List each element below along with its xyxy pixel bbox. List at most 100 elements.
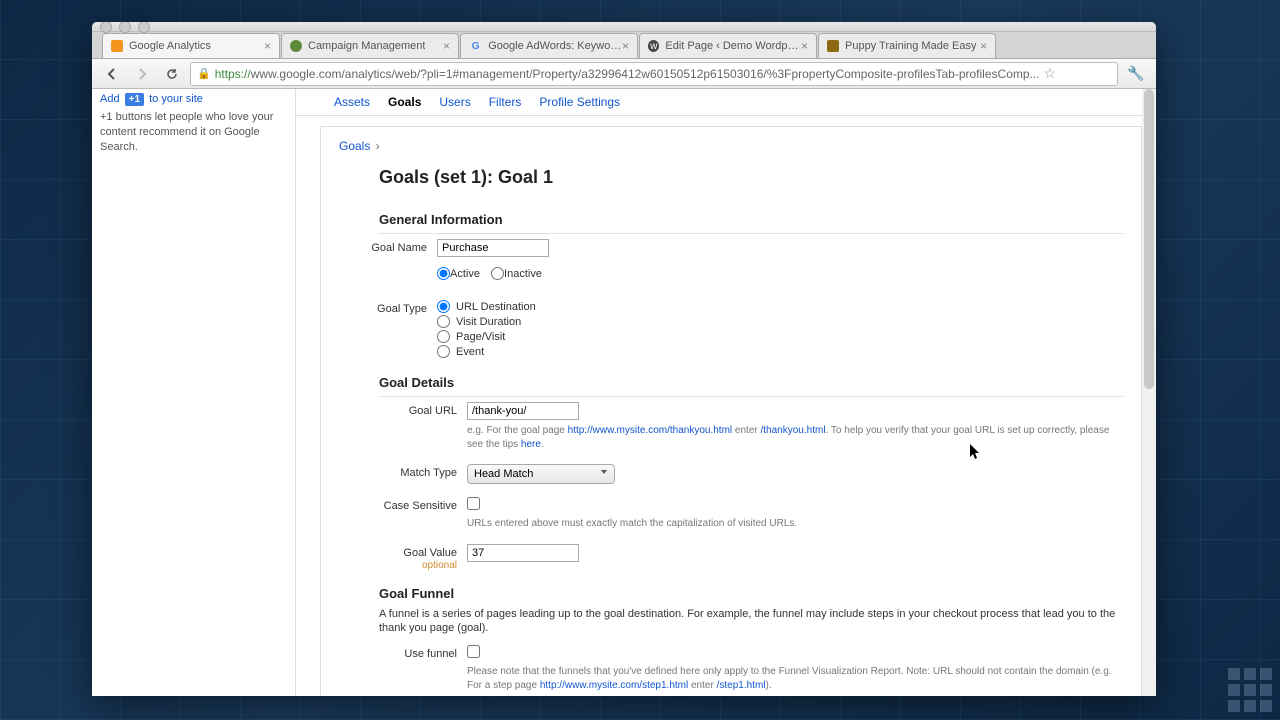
tab-goals[interactable]: Goals (388, 95, 421, 109)
pt-favicon-icon (827, 40, 839, 52)
url-protocol: https:// (215, 67, 251, 81)
status-inactive-label: Inactive (504, 268, 542, 280)
funnel-note: Please note that the funnels that you've… (467, 665, 1123, 692)
sidebar: Add +1 to your site +1 buttons let peopl… (92, 89, 295, 696)
settings-wrench-icon[interactable]: 🔧 (1124, 62, 1148, 86)
tab-puppy-training[interactable]: Puppy Training Made Easy × (818, 33, 996, 58)
tab-label: Puppy Training Made Easy (845, 40, 976, 52)
tab-assets[interactable]: Assets (334, 95, 370, 109)
tab-strip: Google Analytics × Campaign Management ×… (92, 32, 1156, 59)
mouse-cursor-icon (970, 444, 982, 462)
tab-filters[interactable]: Filters (489, 95, 522, 109)
reload-button[interactable] (160, 62, 184, 86)
content-area: Add +1 to your site +1 buttons let peopl… (92, 89, 1156, 696)
goal-type-event-radio[interactable] (437, 345, 450, 358)
nav-bar: 🔒 https:// www.google.com/analytics/web/… (92, 59, 1156, 89)
breadcrumb-goals-link[interactable]: Goals (339, 139, 370, 153)
goal-type-page-radio[interactable] (437, 330, 450, 343)
plusone-promo: Add +1 to your site +1 buttons let peopl… (100, 93, 287, 155)
goal-type-visit-label: Visit Duration (456, 316, 521, 328)
match-type-select[interactable]: Head Match (467, 464, 615, 484)
close-icon[interactable]: × (622, 39, 629, 53)
forward-button[interactable] (130, 62, 154, 86)
plusone-description: +1 buttons let people who love your cont… (100, 110, 287, 155)
breadcrumb: Goals › (321, 127, 1141, 161)
label-goal-name: Goal Name (339, 239, 437, 257)
row-case-sensitive: Case Sensitive URLs entered above must e… (321, 489, 1141, 536)
tab-adwords[interactable]: G Google AdWords: Keyword T × (460, 33, 638, 58)
goal-type-visit-radio[interactable] (437, 315, 450, 328)
section-general-information: General Information (379, 212, 1123, 234)
bookmark-star-icon[interactable]: ☆ (1044, 65, 1057, 82)
status-active-radio[interactable] (437, 267, 450, 280)
goal-value-input[interactable] (467, 544, 579, 562)
goal-form-panel: Goals › Goals (set 1): Goal 1 General In… (320, 126, 1142, 696)
row-match-type: Match Type Head Match (321, 456, 1141, 489)
row-goal-type: Goal Type URL Destination Visit Duration… (321, 288, 1141, 365)
use-funnel-checkbox[interactable] (467, 645, 480, 658)
funnel-step-example-path-link[interactable]: /step1.html (717, 680, 766, 691)
tab-campaign-management[interactable]: Campaign Management × (281, 33, 459, 58)
status-active-label: Active (450, 268, 480, 280)
funnel-step-example-link[interactable]: http://www.mysite.com/step1.html (540, 680, 688, 691)
goal-name-input[interactable] (437, 239, 549, 257)
close-icon[interactable]: × (264, 39, 271, 53)
tab-wordpress[interactable]: w Edit Page ‹ Demo Wordpress × (639, 33, 817, 58)
tab-label: Campaign Management (308, 40, 425, 52)
label-match-type: Match Type (379, 464, 467, 484)
goal-url-tips-link[interactable]: here (521, 439, 541, 450)
tab-google-analytics[interactable]: Google Analytics × (102, 33, 280, 58)
ga-favicon-icon (111, 40, 123, 52)
row-goal-name: Goal Name (321, 234, 1141, 262)
goal-type-page-label: Page/Visit (456, 331, 505, 343)
aw-favicon-icon: G (469, 39, 482, 53)
tab-profile-settings[interactable]: Profile Settings (539, 95, 620, 109)
profile-tabs: Assets Goals Users Filters Profile Setti… (296, 89, 1142, 116)
close-icon[interactable]: × (443, 39, 450, 53)
label-goal-type: Goal Type (339, 300, 437, 360)
breadcrumb-separator: › (376, 139, 380, 153)
case-sensitive-hint: URLs entered above must exactly match th… (467, 517, 1123, 531)
to-site-link[interactable]: to your site (149, 93, 203, 105)
row-use-funnel: Use funnel Please note that the funnels … (321, 640, 1141, 696)
funnel-description: A funnel is a series of pages leading up… (321, 603, 1141, 641)
row-goal-url: Goal URL e.g. For the goal page http://w… (321, 397, 1141, 456)
goal-type-event-label: Event (456, 346, 484, 358)
scrollbar-track[interactable] (1142, 89, 1156, 696)
goal-type-url-radio[interactable] (437, 300, 450, 313)
tab-label: Google Analytics (129, 40, 211, 52)
wp-favicon-icon: w (648, 40, 659, 52)
case-sensitive-checkbox[interactable] (467, 497, 480, 510)
desktop-grid-icon (1228, 668, 1272, 712)
goal-url-example-path-link[interactable]: /thankyou.html (761, 425, 826, 436)
close-icon[interactable]: × (980, 39, 987, 53)
match-type-select-wrap: Head Match (467, 464, 615, 484)
goal-url-example-link[interactable]: http://www.mysite.com/thankyou.html (568, 425, 733, 436)
url-bar[interactable]: 🔒 https:// www.google.com/analytics/web/… (190, 62, 1118, 86)
goal-type-url-label: URL Destination (456, 301, 536, 313)
optional-label: optional (422, 560, 457, 571)
close-window-button[interactable] (100, 22, 112, 33)
row-goal-value: Goal Value optional (321, 536, 1141, 576)
minimize-window-button[interactable] (119, 22, 131, 33)
lock-icon: 🔒 (197, 67, 211, 80)
cm-favicon-icon (290, 40, 302, 52)
status-inactive-radio[interactable] (491, 267, 504, 280)
plusone-badge-icon[interactable]: +1 (125, 93, 144, 106)
browser-window: Google Analytics × Campaign Management ×… (92, 22, 1156, 696)
url-text: www.google.com/analytics/web/?pli=1#mana… (251, 67, 1040, 81)
tab-users[interactable]: Users (439, 95, 470, 109)
section-goal-funnel: Goal Funnel (379, 586, 1123, 603)
scrollbar-thumb[interactable] (1144, 89, 1154, 389)
goal-url-input[interactable] (467, 402, 579, 420)
label-use-funnel: Use funnel (379, 645, 467, 692)
close-icon[interactable]: × (801, 39, 808, 53)
add-link[interactable]: Add (100, 93, 120, 105)
tab-label: Edit Page ‹ Demo Wordpress (665, 40, 801, 52)
goal-url-hint: e.g. For the goal page http://www.mysite… (467, 424, 1123, 451)
label-goal-value: Goal Value optional (379, 544, 467, 571)
section-goal-details: Goal Details (379, 375, 1123, 397)
window-title-bar (92, 22, 1156, 32)
zoom-window-button[interactable] (138, 22, 150, 33)
back-button[interactable] (100, 62, 124, 86)
